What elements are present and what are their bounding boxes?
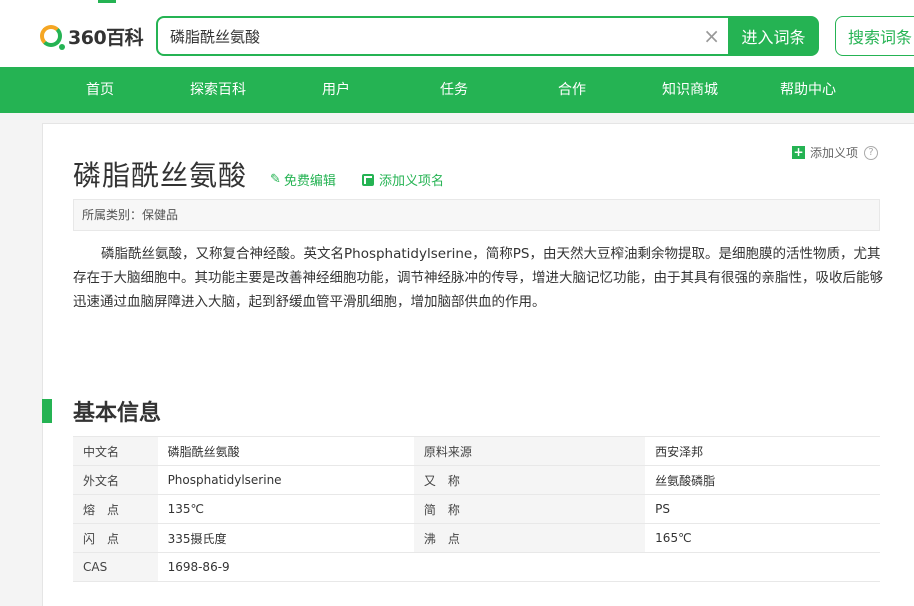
add-term-name-label: 添加义项名 [379, 174, 445, 189]
info-key: 外文名 [73, 465, 158, 495]
info-key: 又 称 [413, 465, 646, 495]
info-value: 磷脂酰丝氨酸 [157, 436, 414, 466]
pencil-icon: ✎ [270, 172, 281, 187]
logo-icon [40, 25, 65, 50]
search-input[interactable] [170, 25, 690, 47]
info-value: PS [645, 494, 880, 524]
top-indicator [98, 0, 116, 3]
nav-item-tasks[interactable]: 任务 [404, 67, 504, 113]
top-header: 360百科 × 进入词条 搜索词条 [0, 0, 914, 67]
info-value: 西安泽邦 [645, 436, 880, 466]
table-row: 熔 点 135℃ 简 称 PS [73, 494, 880, 524]
nav-item-explore[interactable]: 探索百科 [168, 67, 268, 113]
info-key: 原料来源 [413, 436, 646, 466]
nav-item-knowledge-store[interactable]: 知识商城 [640, 67, 740, 113]
page-title: 磷脂酰丝氨酸 [73, 159, 248, 192]
info-key: CAS [73, 552, 158, 582]
add-term-name-link[interactable]: 添加义项名 [362, 170, 444, 189]
section-title-basic-info: 基本信息 [73, 401, 162, 426]
free-edit-label: 免费编辑 [283, 174, 336, 189]
add-meaning-label: 添加义项 [810, 146, 859, 160]
info-value: Phosphatidylserine [157, 465, 414, 495]
close-icon[interactable]: × [703, 24, 720, 48]
nav-item-cooperation[interactable]: 合作 [522, 67, 622, 113]
info-value: 335摄氏度 [157, 523, 414, 553]
enter-entry-button[interactable]: 进入词条 [728, 16, 819, 56]
table-row: 闪 点 335摄氏度 沸 点 165℃ [73, 523, 880, 553]
main-nav: 首页 探索百科 用户 任务 合作 知识商城 帮助中心 [0, 67, 914, 113]
nav-item-home[interactable]: 首页 [50, 67, 150, 113]
info-value: 丝氨酸磷脂 [645, 465, 880, 495]
add-meaning-button[interactable]: + 添加义项 ? [792, 144, 879, 161]
info-value: 1698-86-9 [157, 552, 414, 582]
info-value-empty [645, 552, 880, 582]
table-row: CAS 1698-86-9 [73, 552, 880, 582]
info-value: 165℃ [645, 523, 880, 553]
info-key: 闪 点 [73, 523, 158, 553]
search-entry-button[interactable]: 搜索词条 [835, 16, 914, 56]
info-key: 简 称 [413, 494, 646, 524]
category-bar: 所属类别：保健品 [73, 199, 880, 231]
section-accent-bar [42, 399, 52, 423]
free-edit-link[interactable]: ✎ 免费编辑 [270, 170, 336, 189]
logo-text: 360百科 [68, 26, 144, 49]
search-box: × [156, 16, 732, 56]
nav-item-help-center[interactable]: 帮助中心 [758, 67, 858, 113]
plus-icon: + [792, 145, 805, 159]
info-key-empty [413, 552, 646, 582]
logo[interactable]: 360百科 [40, 24, 144, 50]
info-key: 熔 点 [73, 494, 158, 524]
info-key: 沸 点 [413, 523, 646, 553]
table-row: 外文名 Phosphatidylserine 又 称 丝氨酸磷脂 [73, 465, 880, 495]
nav-item-users[interactable]: 用户 [286, 67, 386, 113]
help-icon[interactable]: ? [864, 145, 879, 160]
info-key: 中文名 [73, 436, 158, 466]
entry-summary: 磷脂酰丝氨酸，又称复合神经酸。英文名Phosphatidylserine，简称P… [73, 246, 883, 310]
copy-icon [362, 173, 374, 186]
info-value: 135℃ [157, 494, 414, 524]
table-row: 中文名 磷脂酰丝氨酸 原料来源 西安泽邦 [73, 436, 880, 466]
basic-info-table: 中文名 磷脂酰丝氨酸 原料来源 西安泽邦 外文名 Phosphatidylser… [73, 436, 880, 582]
